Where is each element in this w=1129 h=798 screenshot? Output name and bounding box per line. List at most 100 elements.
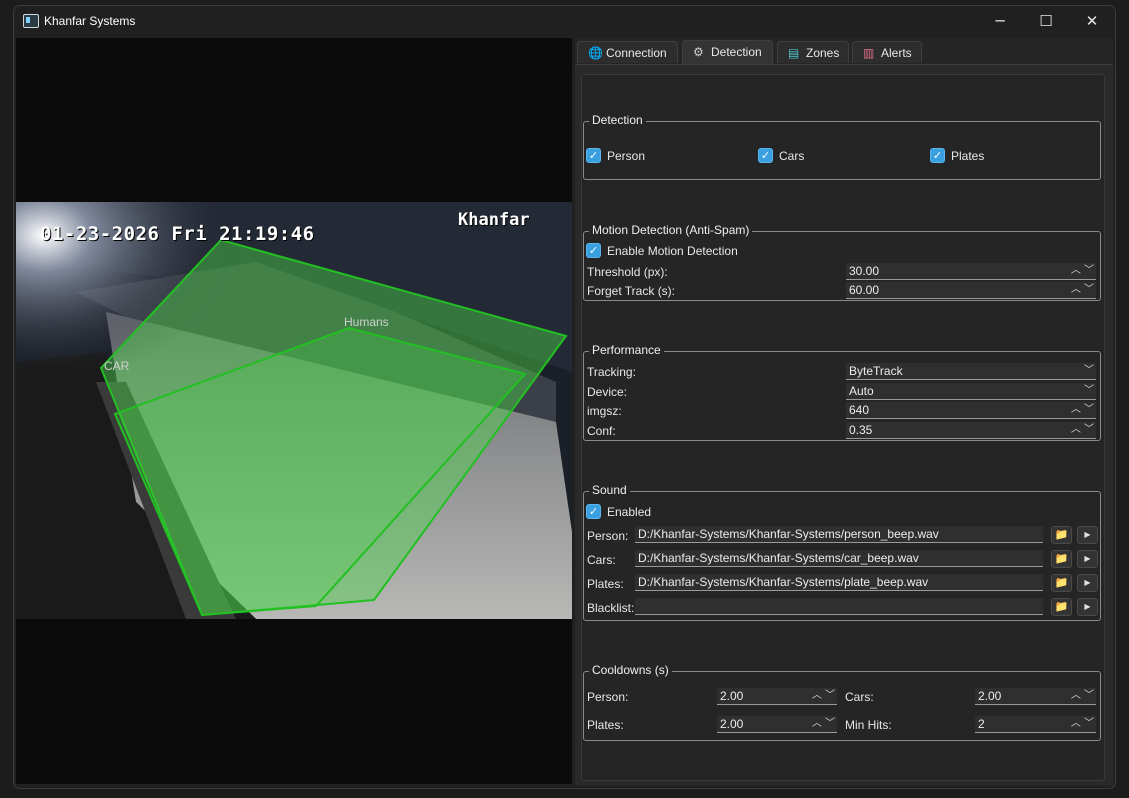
cooldowns-group: Cooldowns (s) Person: 2.00 ︿ ﹀ Cars: 2.0… <box>583 663 1101 741</box>
map-icon: ▤ <box>788 46 800 60</box>
tracking-value: ByteTrack <box>849 364 903 378</box>
osd-timestamp: 01-23-2026 Fri 21:19:46 <box>40 223 315 245</box>
spin-arrows-icon[interactable]: ︿ ﹀ <box>812 688 835 704</box>
cooldown-plates-spinbox[interactable]: 2.00 ︿ ﹀ <box>717 716 837 733</box>
person-checkbox[interactable]: ✓ <box>586 148 601 163</box>
globe-icon: 🌐 <box>588 46 603 60</box>
camera-feed[interactable]: 01-23-2026 Fri 21:19:46 Khanfar CAR Huma… <box>16 202 572 619</box>
imgsz-label: imgsz: <box>587 404 622 418</box>
cooldown-cars-spinbox[interactable]: 2.00 ︿ ﹀ <box>975 688 1096 705</box>
imgsz-spinbox[interactable]: 640 ︿ ﹀ <box>846 402 1096 419</box>
app-icon <box>23 14 39 28</box>
performance-group: Performance Tracking: ByteTrack ﹀ Device… <box>583 343 1101 441</box>
osd-brand: Khanfar <box>458 210 530 230</box>
sound-plates-path-input[interactable]: D:/Khanfar-Systems/Khanfar-Systems/plate… <box>635 574 1043 591</box>
maximize-button[interactable]: ☐ <box>1023 6 1069 38</box>
chart-icon: ▥ <box>863 46 875 60</box>
sound-group: Sound ✓ Enabled Person: D:/Khanfar-Syste… <box>583 483 1101 621</box>
gear-icon: ⚙ <box>693 45 704 59</box>
cooldown-plates-value: 2.00 <box>720 717 744 731</box>
motion-detection-group: Motion Detection (Anti-Spam) ✓ Enable Mo… <box>583 223 1101 301</box>
chevron-down-icon[interactable]: ﹀ <box>1084 363 1094 379</box>
threshold-spinbox[interactable]: 30.00 ︿ ﹀ <box>846 263 1096 280</box>
spin-arrows-icon[interactable]: ︿ ﹀ <box>812 716 835 732</box>
tab-label: Detection <box>711 45 762 59</box>
tracking-select[interactable]: ByteTrack ﹀ <box>846 363 1096 380</box>
detection-tab-page: Detection ✓ Person ✓ Cars ✓ Plates Motio… <box>575 64 1113 785</box>
title-bar[interactable]: Khanfar Systems ─ ☐ ✕ <box>14 6 1115 38</box>
group-title: Cooldowns (s) <box>589 663 672 677</box>
zone-label-car: CAR <box>104 359 130 373</box>
cars-checkbox[interactable]: ✓ <box>758 148 773 163</box>
group-title: Performance <box>589 343 664 357</box>
play-icon[interactable]: ▶ <box>1077 574 1098 592</box>
spin-arrows-icon[interactable]: ︿ ﹀ <box>1071 263 1094 279</box>
sound-person-path-input[interactable]: D:/Khanfar-Systems/Khanfar-Systems/perso… <box>635 526 1043 543</box>
folder-icon[interactable]: 📁 <box>1051 598 1072 616</box>
sound-cars-path-input[interactable]: D:/Khanfar-Systems/Khanfar-Systems/car_b… <box>635 550 1043 567</box>
min-hits-value: 2 <box>978 717 985 731</box>
device-select[interactable]: Auto ﹀ <box>846 383 1096 400</box>
play-icon[interactable]: ▶ <box>1077 526 1098 544</box>
settings-scroll-area[interactable]: Detection ✓ Person ✓ Cars ✓ Plates Motio… <box>581 74 1105 781</box>
sound-enabled-checkbox[interactable]: ✓ <box>586 504 601 519</box>
threshold-value: 30.00 <box>849 264 880 278</box>
window-title: Khanfar Systems <box>44 14 136 28</box>
device-value: Auto <box>849 384 874 398</box>
cooldown-cars-label: Cars: <box>845 690 874 704</box>
cooldown-person-label: Person: <box>587 690 629 704</box>
min-hits-label: Min Hits: <box>845 718 892 732</box>
plates-checkbox[interactable]: ✓ <box>930 148 945 163</box>
conf-spinbox[interactable]: 0.35 ︿ ﹀ <box>846 422 1096 439</box>
minimize-button[interactable]: ─ <box>977 6 1023 38</box>
enable-motion-label: Enable Motion Detection <box>607 244 738 258</box>
group-title: Motion Detection (Anti-Spam) <box>589 223 753 237</box>
plates-checkbox-label: Plates <box>951 149 985 163</box>
cooldown-plates-label: Plates: <box>587 718 624 732</box>
device-label: Device: <box>587 385 628 399</box>
cooldown-person-spinbox[interactable]: 2.00 ︿ ﹀ <box>717 688 837 705</box>
chevron-down-icon[interactable]: ﹀ <box>1084 383 1094 399</box>
tab-label: Zones <box>806 46 840 60</box>
sound-cars-label: Cars: <box>587 553 616 567</box>
tracking-label: Tracking: <box>587 365 636 379</box>
app-window: Khanfar Systems ─ ☐ ✕ 01-23-2026 Fri 21:… <box>13 5 1116 789</box>
forget-track-spinbox[interactable]: 60.00 ︿ ﹀ <box>846 282 1096 299</box>
spin-arrows-icon[interactable]: ︿ ﹀ <box>1071 688 1094 704</box>
play-icon[interactable]: ▶ <box>1077 598 1098 616</box>
group-title: Sound <box>589 483 630 497</box>
forget-track-value: 60.00 <box>849 283 880 297</box>
folder-icon[interactable]: 📁 <box>1051 550 1072 568</box>
spin-arrows-icon[interactable]: ︿ ﹀ <box>1071 422 1094 438</box>
threshold-label: Threshold (px): <box>587 265 668 279</box>
tab-zones[interactable]: ▤ Zones <box>777 41 849 63</box>
imgsz-value: 640 <box>849 403 870 417</box>
folder-icon[interactable]: 📁 <box>1051 526 1072 544</box>
tab-alerts[interactable]: ▥ Alerts <box>852 41 922 63</box>
play-icon[interactable]: ▶ <box>1077 550 1098 568</box>
min-hits-spinbox[interactable]: 2 ︿ ﹀ <box>975 716 1096 733</box>
spin-arrows-icon[interactable]: ︿ ﹀ <box>1071 716 1094 732</box>
sound-enabled-label: Enabled <box>607 505 652 519</box>
tab-label: Alerts <box>881 46 912 60</box>
video-panel: 01-23-2026 Fri 21:19:46 Khanfar CAR Huma… <box>16 38 572 784</box>
settings-panel: 🌐 Connection ⚙ Detection ▤ Zones ▥ Alert… <box>575 38 1113 786</box>
conf-label: Conf: <box>587 424 616 438</box>
folder-icon[interactable]: 📁 <box>1051 574 1072 592</box>
spin-arrows-icon[interactable]: ︿ ﹀ <box>1071 282 1094 298</box>
sound-blacklist-label: Blacklist: <box>587 601 635 615</box>
conf-value: 0.35 <box>849 423 873 437</box>
tab-detection[interactable]: ⚙ Detection <box>682 40 773 64</box>
tab-connection[interactable]: 🌐 Connection <box>577 41 678 63</box>
sound-blacklist-path-input[interactable] <box>635 598 1043 615</box>
zone-label-humans: Humans <box>344 315 389 329</box>
spin-arrows-icon[interactable]: ︿ ﹀ <box>1071 402 1094 418</box>
detection-group: Detection ✓ Person ✓ Cars ✓ Plates <box>583 113 1101 180</box>
enable-motion-checkbox[interactable]: ✓ <box>586 243 601 258</box>
cooldown-cars-value: 2.00 <box>978 689 1002 703</box>
sound-person-label: Person: <box>587 529 629 543</box>
tab-label: Connection <box>606 46 667 60</box>
close-button[interactable]: ✕ <box>1069 6 1115 38</box>
person-checkbox-label: Person <box>607 149 646 163</box>
group-title: Detection <box>589 113 646 127</box>
